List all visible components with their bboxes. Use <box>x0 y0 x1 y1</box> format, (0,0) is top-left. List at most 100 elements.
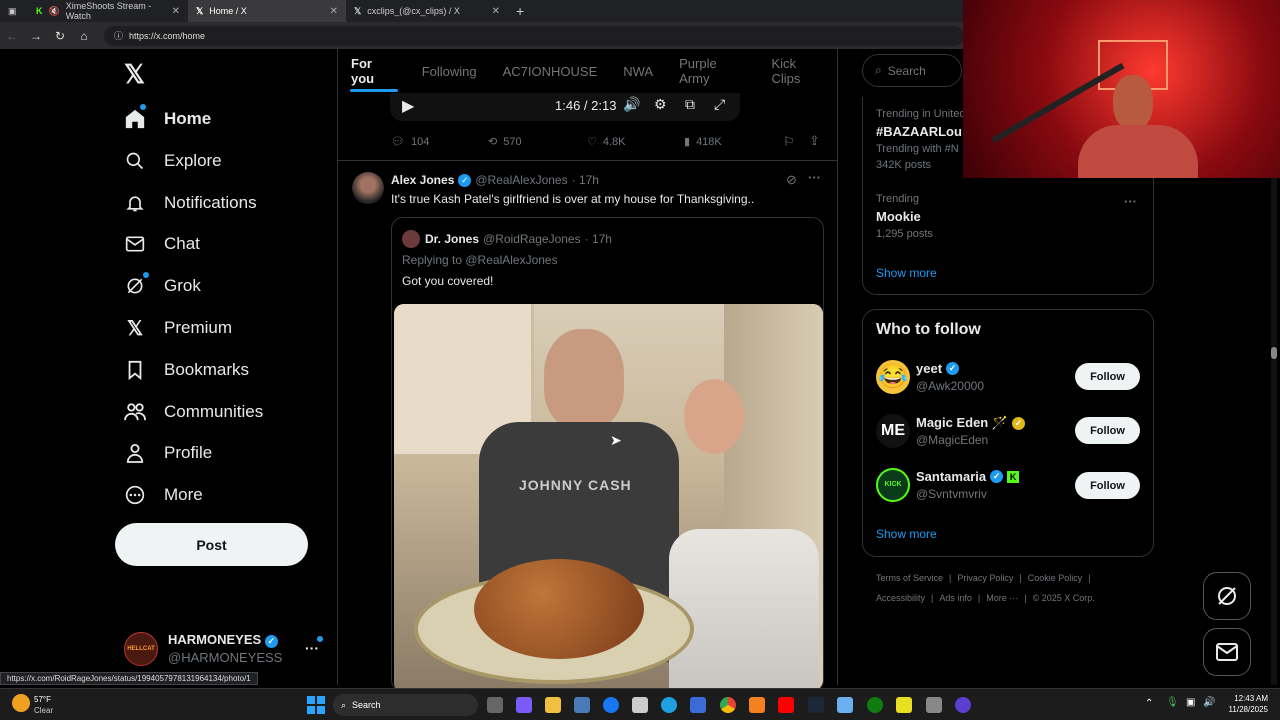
url-field[interactable]: ⓘ https://x.com/home <box>104 25 964 46</box>
tray-chevron-icon[interactable]: ⌃ <box>1145 698 1153 709</box>
post-time[interactable]: · 17h <box>572 173 599 187</box>
scrollbar-thumb[interactable] <box>1271 347 1277 359</box>
amazon-icon[interactable] <box>632 697 648 713</box>
nav-item-explore[interactable]: Explore <box>124 148 222 174</box>
footer-link[interactable]: Cookie Policy <box>1028 573 1083 583</box>
popout-icon[interactable]: ⧉ <box>685 96 695 113</box>
app-icon[interactable] <box>837 697 853 713</box>
x-logo-icon[interactable]: 𝕏 <box>124 59 145 90</box>
post-button[interactable]: Post <box>115 523 308 566</box>
footer-link[interactable]: More ··· <box>986 593 1018 603</box>
tab-nwa[interactable]: NWA <box>610 64 666 79</box>
author-name[interactable]: Alex Jones <box>391 173 454 187</box>
nav-item-grok[interactable]: Grok <box>124 273 201 299</box>
edge-icon[interactable] <box>661 697 677 713</box>
nav-item-bookmarks[interactable]: Bookmarks <box>124 357 249 383</box>
quoted-post[interactable]: Dr. Jones @RoidRageJones · 17h Replying … <box>391 217 824 692</box>
follow-button[interactable]: Follow <box>1075 417 1140 444</box>
footer-link[interactable]: Ads info <box>939 593 972 603</box>
nav-item-chat[interactable]: Chat <box>124 231 200 257</box>
post-more-icon[interactable]: ··· <box>808 170 821 185</box>
footer-link[interactable]: Accessibility <box>876 593 925 603</box>
taskbar-search[interactable]: ⌕ Search <box>333 694 478 716</box>
nav-item-profile[interactable]: Profile <box>124 440 212 466</box>
copilot-icon[interactable] <box>516 697 532 713</box>
speaker-icon[interactable]: 🔊 <box>1203 697 1215 708</box>
reload-icon[interactable]: ↻ <box>48 29 72 43</box>
facebook-icon[interactable] <box>603 697 619 713</box>
avatar[interactable] <box>352 172 384 204</box>
tab-for-you[interactable]: For you <box>338 56 409 86</box>
footer-link[interactable]: Privacy Policy <box>957 573 1013 583</box>
home-browser-icon[interactable]: ⌂ <box>72 29 96 43</box>
app-icon[interactable] <box>749 697 765 713</box>
show-more-link[interactable]: Show more <box>876 527 937 541</box>
calculator-icon[interactable] <box>690 697 706 713</box>
network-icon[interactable]: ▣ <box>1186 697 1195 708</box>
fullscreen-icon[interactable]: ⤢ <box>714 96 725 113</box>
trend-title[interactable]: Mookie <box>876 209 921 224</box>
app-icon[interactable] <box>926 697 942 713</box>
show-more-link[interactable]: Show more <box>876 266 937 280</box>
avatar[interactable]: ME <box>876 414 910 448</box>
settings-icon[interactable]: ⚙ <box>654 96 667 113</box>
grok-icon[interactable]: ⊘ <box>786 172 797 188</box>
author-handle[interactable]: @RealAlexJones <box>475 173 567 187</box>
task-view-icon[interactable] <box>487 697 503 713</box>
post-photo[interactable]: JOHNNY CASH <box>394 304 823 691</box>
bookmark-icon[interactable]: ⚐ <box>783 134 795 150</box>
browser-tab-2[interactable]: 𝕏 Home / X ✕ <box>188 0 346 22</box>
nav-item-home[interactable]: Home <box>124 106 211 132</box>
messages-float-button[interactable] <box>1203 628 1251 676</box>
browser-tab-1[interactable]: K 🔇 XimeShoots Stream - Watch ✕ <box>28 0 188 22</box>
avatar[interactable]: HELLCAT <box>124 632 158 666</box>
views-button[interactable]: ▮ 418K <box>684 135 722 149</box>
xbox-icon[interactable] <box>867 697 883 713</box>
tab-ac7ionhouse[interactable]: AC7IONHOUSE <box>490 64 611 79</box>
clock-date[interactable]: 11/28/2025 <box>1222 705 1268 714</box>
browser-tab-3[interactable]: 𝕏 cxclips_(@cx_clips) / X ✕ <box>346 0 508 22</box>
account-more-icon[interactable]: ··· <box>305 640 319 656</box>
share-icon[interactable]: ⇪ <box>809 133 820 149</box>
obs-icon[interactable] <box>955 697 971 713</box>
account-name[interactable]: HARMONEYES ✓ <box>168 632 278 648</box>
tab-purple-army[interactable]: Purple Army <box>666 56 758 86</box>
nav-item-premium[interactable]: 𝕏 Premium <box>124 315 232 341</box>
mic-icon[interactable]: 🎙 <box>1166 697 1179 708</box>
file-explorer-icon[interactable] <box>545 697 561 713</box>
steam-icon[interactable] <box>808 697 824 713</box>
trend-title[interactable]: #BAZAARLou <box>876 124 962 139</box>
avatar[interactable]: 😂 <box>876 360 910 394</box>
forward-icon[interactable]: → <box>24 29 48 43</box>
follow-button[interactable]: Follow <box>1075 363 1140 390</box>
suggestion-name[interactable]: yeet ✓ <box>916 361 960 376</box>
new-tab-button[interactable]: + <box>508 0 532 22</box>
chrome-icon[interactable] <box>720 697 736 713</box>
repost-button[interactable]: ⟲ 570 <box>488 135 522 149</box>
notes-icon[interactable] <box>896 697 912 713</box>
trend-more-icon[interactable]: ··· <box>1124 194 1137 209</box>
suggestion-name[interactable]: Magic Eden 🪄 ✓ <box>916 415 1026 431</box>
close-tab-icon[interactable]: ✕ <box>492 6 500 17</box>
weather-icon[interactable] <box>12 694 30 712</box>
search-input[interactable]: ⌕ Search <box>862 54 962 87</box>
reply-button[interactable]: 💬︎ 104 <box>391 135 429 149</box>
nav-item-notifications[interactable]: Notifications <box>124 190 257 216</box>
tab-actions-icon[interactable]: ▣ <box>0 0 28 22</box>
close-tab-icon[interactable]: ✕ <box>172 6 180 17</box>
grok-float-button[interactable] <box>1203 572 1251 620</box>
clock-time[interactable]: 12:43 AM <box>1226 694 1268 703</box>
like-button[interactable]: ♡ 4.8K <box>587 135 626 149</box>
avatar[interactable]: KICK <box>876 468 910 502</box>
youtube-icon[interactable] <box>778 697 794 713</box>
follow-button[interactable]: Follow <box>1075 472 1140 499</box>
tab-kick-clips[interactable]: Kick Clips <box>758 56 838 86</box>
tab-following[interactable]: Following <box>409 64 490 79</box>
play-icon[interactable]: ▶ <box>402 96 414 116</box>
nav-item-communities[interactable]: Communities <box>124 399 263 425</box>
close-tab-icon[interactable]: ✕ <box>330 6 338 17</box>
volume-icon[interactable]: 🔊 <box>623 96 640 113</box>
suggestion-name[interactable]: Santamaria ✓ K <box>916 469 1020 484</box>
footer-link[interactable]: Terms of Service <box>876 573 943 583</box>
store-icon[interactable] <box>574 697 590 713</box>
